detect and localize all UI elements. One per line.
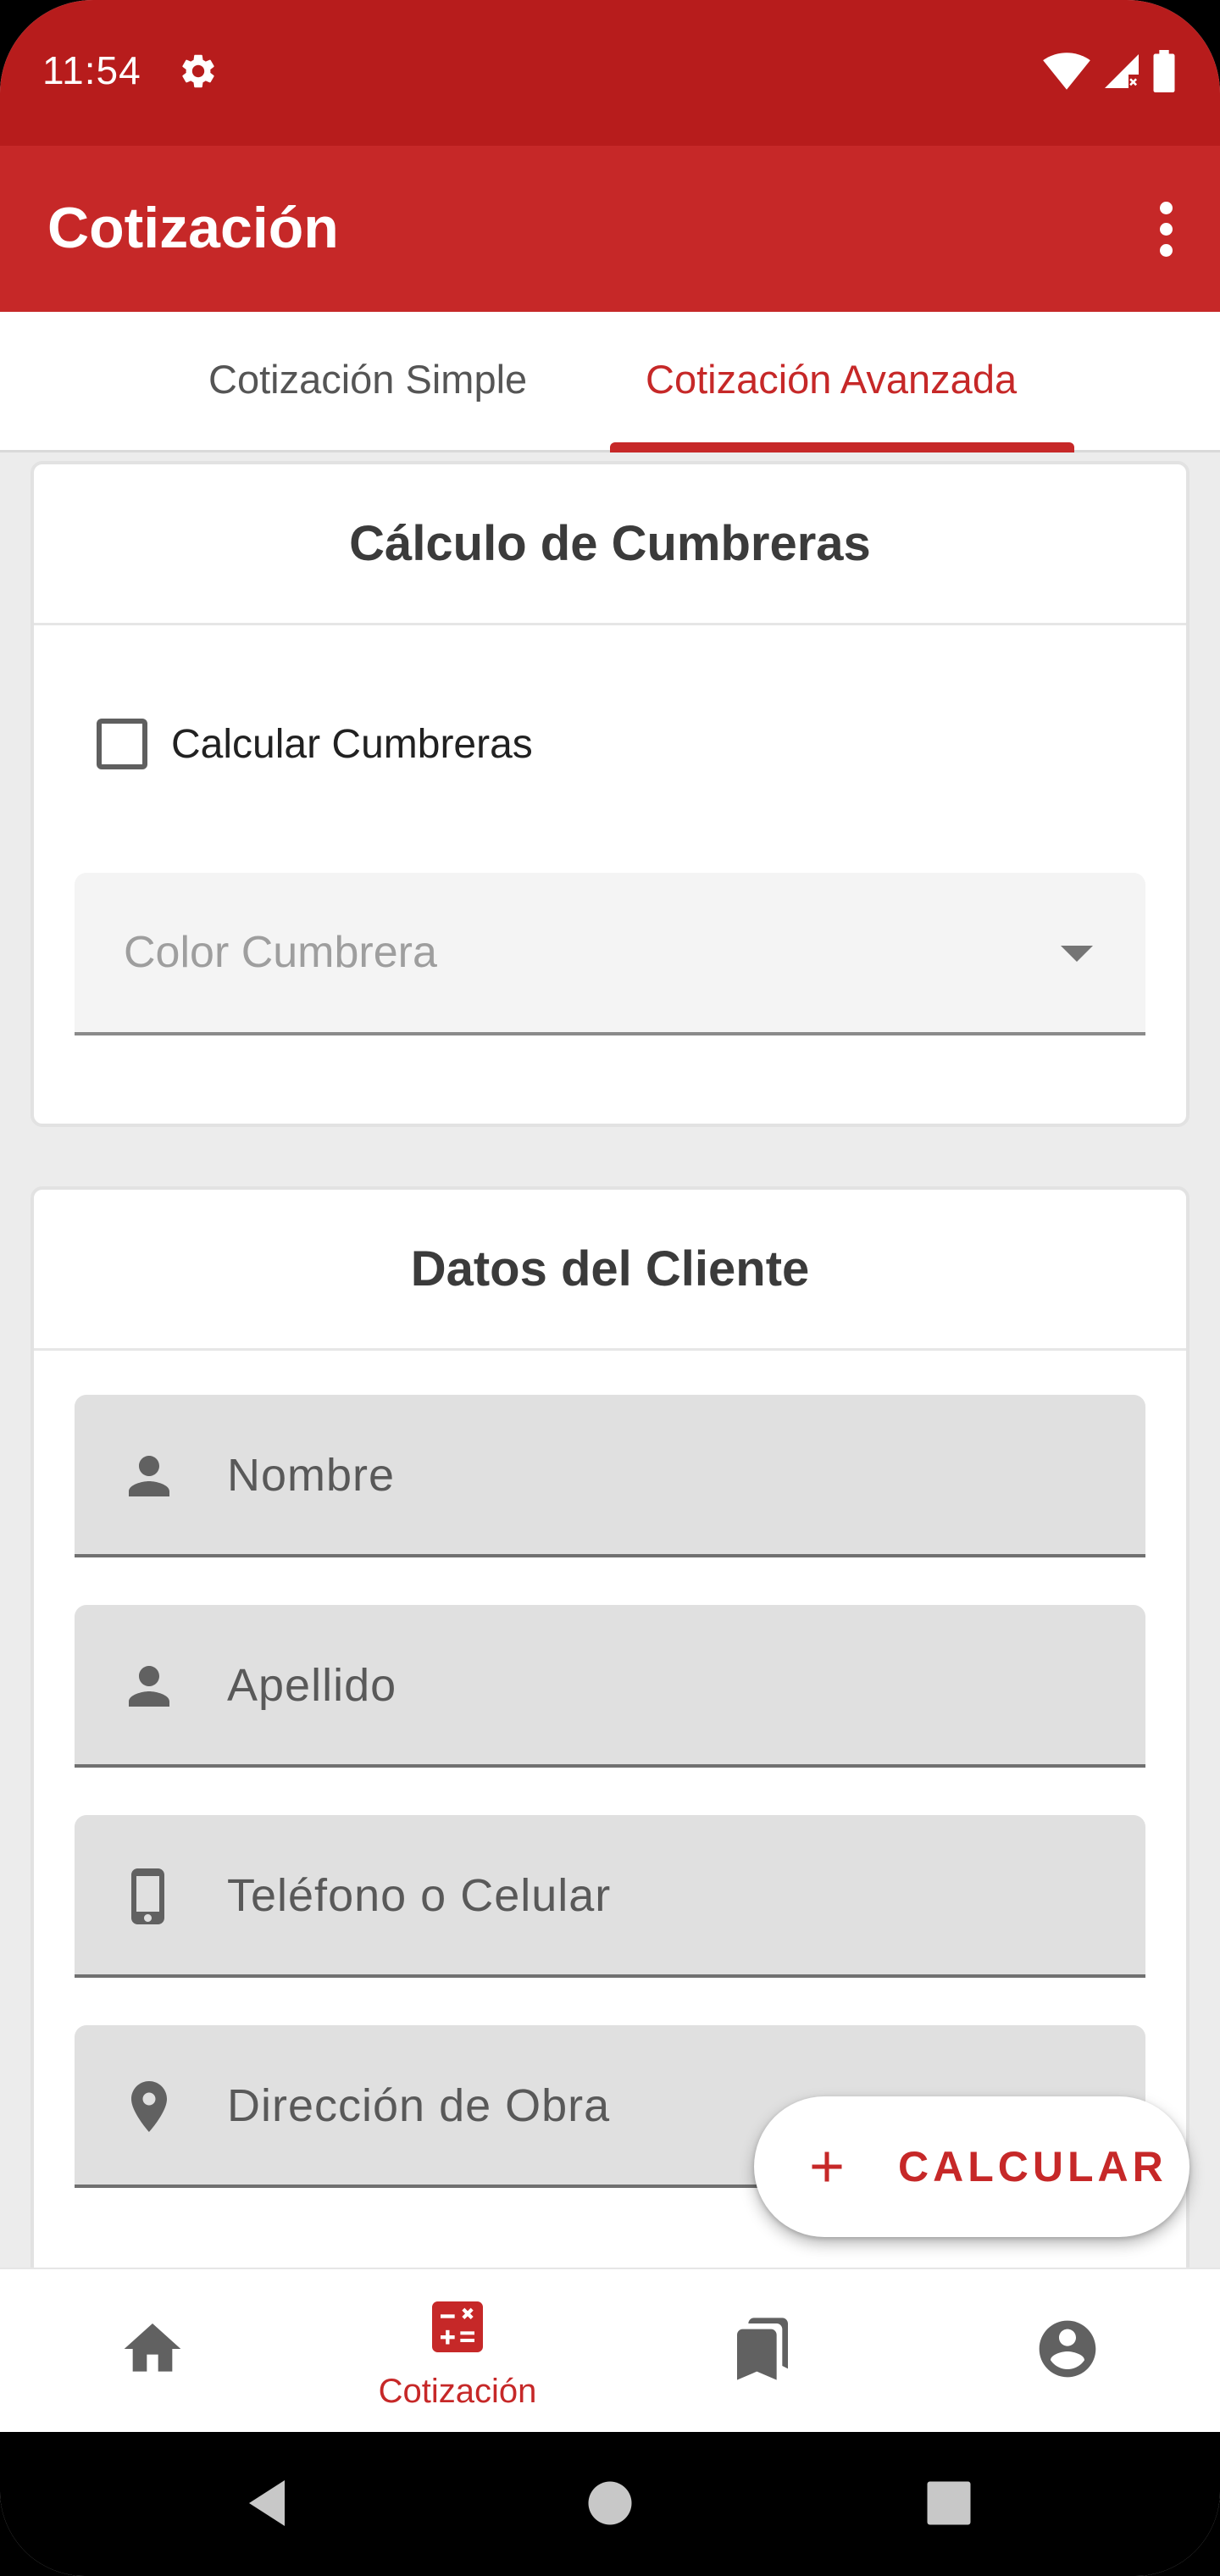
nav-item-account[interactable] (915, 2269, 1220, 2434)
field-placeholder: Teléfono o Celular (227, 1870, 612, 1921)
card-title: Cálculo de Cumbreras (34, 464, 1186, 625)
calcular-fab[interactable]: CALCULAR (754, 2096, 1190, 2237)
select-placeholder: Color Cumbrera (124, 928, 437, 977)
calculator-icon (432, 2301, 483, 2352)
app-title: Cotización (47, 196, 339, 260)
cumbreras-card: Cálculo de Cumbreras Calcular Cumbreras … (30, 461, 1190, 1127)
wifi-icon (1043, 53, 1090, 90)
card-title: Datos del Cliente (34, 1190, 1186, 1351)
person-icon (129, 1456, 169, 1496)
person-icon (129, 1666, 169, 1707)
recents-icon[interactable] (918, 2473, 979, 2534)
nav-item-cotizacion[interactable]: Cotización (305, 2269, 610, 2434)
overflow-menu-icon[interactable] (1142, 197, 1190, 261)
status-time: 11:54 (42, 48, 141, 92)
nav-item-bookmarks[interactable] (610, 2269, 915, 2434)
apellido-field[interactable]: Apellido (75, 1605, 1145, 1768)
signal-icon (1105, 54, 1139, 88)
checkbox-label: Calcular Cumbreras (171, 721, 533, 767)
system-nav-bar (0, 2432, 1220, 2576)
status-icons (1042, 49, 1176, 93)
bottom-nav: Cotización (0, 2268, 1220, 2432)
plus-icon (812, 2151, 842, 2182)
account-icon (1039, 2320, 1096, 2378)
bookmarks-icon (737, 2318, 788, 2380)
fab-label: CALCULAR (898, 2143, 1167, 2190)
active-tab-indicator (610, 442, 1074, 452)
phone-screen: 11:54 Cotización Cotización Simple Cotiz… (0, 0, 1220, 2576)
status-bar: 11:54 (0, 0, 1220, 146)
app-bar: Cotización (0, 146, 1220, 312)
nombre-field[interactable]: Nombre (75, 1395, 1145, 1557)
phone-icon (131, 1868, 164, 1924)
tab-cotizacion-avanzada[interactable]: Cotización Avanzada (646, 356, 1017, 402)
battery-icon (1153, 50, 1175, 92)
nav-label: Cotización (378, 2373, 537, 2410)
telefono-field[interactable]: Teléfono o Celular (75, 1815, 1145, 1978)
field-placeholder: Apellido (227, 1660, 397, 1711)
calcular-cumbreras-checkbox[interactable] (97, 719, 147, 769)
field-placeholder: Nombre (227, 1450, 396, 1501)
gear-icon (182, 54, 214, 88)
nav-item-home[interactable] (0, 2269, 305, 2434)
home-icon (124, 2323, 181, 2372)
home-circle-icon[interactable] (580, 2473, 640, 2534)
location-pin-icon (131, 2081, 167, 2132)
calcular-cumbreras-checkbox-row[interactable]: Calcular Cumbreras (97, 719, 533, 769)
dropdown-arrow-icon (1061, 946, 1093, 962)
tab-bar: Cotización Simple Cotización Avanzada (0, 312, 1220, 452)
color-cumbrera-select[interactable]: Color Cumbrera (75, 873, 1145, 1035)
tab-cotizacion-simple[interactable]: Cotización Simple (208, 356, 527, 402)
field-placeholder: Dirección de Obra (227, 2080, 611, 2131)
back-icon[interactable] (239, 2473, 300, 2534)
